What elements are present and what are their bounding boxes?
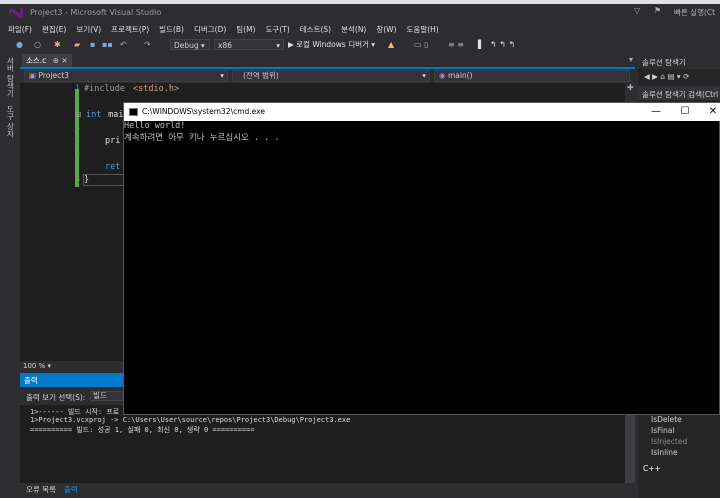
property-row[interactable]: IsDelete [651,415,682,424]
console-title-bar[interactable]: C:\WINDOWS\system32\cmd.exe — ☐ ✕ [124,103,720,121]
indent-icons[interactable]: ≡ ≡ [448,39,464,50]
menu-window[interactable]: 창(W) [376,24,396,35]
output-source-label: 출력 보기 선택(S): [26,393,86,402]
tab-source-c-label: 소스.c [26,56,47,65]
platform-dropdown[interactable]: x86 ▾ [214,39,284,50]
property-row[interactable]: IsFinal [651,426,674,435]
feedback-icon[interactable]: ⚑ [654,6,661,15]
property-row[interactable]: IsInline [651,448,678,457]
document-tab-strip: 소스.c ⊕ ✕ ▾ [20,53,635,69]
split-editor-icon[interactable]: ✚ [627,83,634,92]
output-scrollbar[interactable] [625,405,635,483]
minimize-button[interactable]: — [648,104,664,120]
left-tool-rail: 서버 탐색기 도구 상자 [0,53,20,443]
code-include-header: <stdio.h> [133,84,180,94]
solution-config-value: Debug [174,41,199,50]
bookmark-nav-icons[interactable]: ↰ ↰ ↰ [490,39,515,50]
project-dropdown-value: Project3 [38,71,69,80]
menu-bar: 파일(F) 편집(E) 보기(V) 프로젝트(P) 빌드(B) 디버그(D) 팀… [0,22,720,36]
code-int-keyword: int [86,110,102,120]
menu-team[interactable]: 팀(M) [236,24,255,35]
change-tracking-bar [75,89,79,187]
menu-project[interactable]: 프로젝트(P) [111,24,149,35]
code-return-stmt: ret [105,162,121,172]
tab-pin-close-icon[interactable]: ⊕ ✕ [53,56,68,65]
save-icon[interactable]: ▪ [90,39,95,50]
tab-overflow-icon[interactable]: ▾ [629,55,633,64]
project-dropdown[interactable]: ▣ Project3 ▾ [24,70,228,82]
properties-list: IsDelete IsFinal IsInjected IsInline C++ [638,413,720,498]
new-project-icon[interactable]: ✱ [54,39,61,50]
navigate-forward-icon[interactable]: ○ [34,39,41,50]
save-all-icon[interactable]: ▪▪ [102,39,113,50]
start-debugging-button[interactable]: ▶ 로컬 Windows 디버거 ▾ [288,39,375,50]
property-language: C++ [643,464,661,473]
step-icons[interactable]: ▭ ▯ [414,39,429,50]
solution-explorer-search[interactable]: 솔루션 탐색기 검색(Ctrl [638,86,720,100]
solution-config-dropdown[interactable]: Debug ▾ [170,39,210,50]
window-title: Project3 - Microsoft Visual Studio [30,8,162,17]
visual-studio-logo-icon [9,7,23,18]
code-closing-brace: } [84,175,90,185]
undo-icon[interactable]: ↶ [120,39,127,50]
open-file-icon[interactable]: ▰ [74,39,80,50]
output-source-value: 빌드 [93,391,107,400]
title-bar: Project3 - Microsoft Visual Studio ▽ ⚑ 빠… [0,4,720,22]
editor-navigation-bar: ▣ Project3 ▾ (전역 범위) ▾ ◉ main() [20,69,635,83]
quick-launch-box[interactable]: ▽ ⚑ 빠른 실행(Ct [634,6,720,19]
quick-launch-placeholder[interactable]: 빠른 실행(Ct [674,7,715,18]
solution-explorer-header: 솔루션 탐색기 [638,53,720,69]
redo-icon[interactable]: ↷ [144,39,151,50]
output-line: 1>Project3.vcxproj -> C:\Users\User\sour… [30,416,351,424]
property-row[interactable]: IsInjected [651,437,687,446]
menu-tools[interactable]: 도구(T) [266,24,290,35]
navigate-back-icon[interactable]: ● [16,39,23,50]
code-printf-call: pri [105,136,121,146]
function-icon: ◉ [439,71,446,80]
function-dropdown-value: main() [447,71,473,80]
maximize-button[interactable]: ☐ [677,104,693,120]
bottom-tool-tabs: 오류 목록 출력 [20,483,635,498]
code-main-decl: mai [103,110,124,120]
filter-icon[interactable]: ▽ [634,6,640,15]
menu-view[interactable]: 보기(V) [76,24,101,35]
console-output-line: 계속하려면 아무 키나 누르십시오 . . . [124,133,280,143]
server-explorer-tab[interactable]: 서버 탐색기 [5,57,16,97]
function-dropdown[interactable]: ◉ main() [434,70,630,82]
menu-edit[interactable]: 편집(E) [42,24,66,35]
menu-debug[interactable]: 디버그(D) [194,24,226,35]
tab-error-list[interactable]: 오류 목록 [26,484,56,495]
console-output-line: Hello world! [124,121,186,131]
output-panel-title: 출력 [24,376,38,385]
menu-test[interactable]: 테스트(S) [300,24,331,35]
menu-build[interactable]: 빌드(B) [159,24,184,35]
bookmark-icon[interactable]: ▌ [478,39,484,50]
output-line: ========== 빌드: 성공 1, 실패 0, 최신 0, 생략 0 ==… [30,426,255,434]
tab-source-c[interactable]: 소스.c ⊕ ✕ [22,54,72,67]
console-title: C:\WINDOWS\system32\cmd.exe [142,107,265,116]
code-include-directive: #include [84,84,125,94]
hot-reload-icon[interactable]: ▲ [388,39,394,50]
zoom-value: 100 % [23,362,46,370]
menu-help[interactable]: 도움말(H) [407,24,439,35]
project-icon: ▣ [29,71,37,80]
menu-analyze[interactable]: 분석(N) [341,24,366,35]
tab-output[interactable]: 출력 [64,484,78,495]
zoom-dropdown[interactable]: 100 % ▾ [23,362,51,370]
fold-toggle-icon[interactable]: ⊟ [76,110,81,120]
scope-dropdown-value: (전역 범위) [243,71,279,80]
solution-explorer-toolbar-icons[interactable]: ◀ ▶ ⌂ ▤ ▾ ⟳ [644,72,689,81]
scope-dropdown[interactable]: (전역 범위) ▾ [232,70,430,82]
standard-toolbar: ● ○ ✱ ▰ ▪ ▪▪ ↶ ↷ Debug ▾ x86 ▾ ▶ 로컬 Windo… [0,36,720,53]
solution-explorer-title: 솔루션 탐색기 [642,58,686,67]
close-button[interactable]: ✕ [705,104,720,120]
toolbox-tab[interactable]: 도구 상자 [5,105,16,137]
console-window[interactable]: C:\WINDOWS\system32\cmd.exe — ☐ ✕ Hello … [123,102,720,415]
platform-value: x86 [218,41,232,50]
menu-file[interactable]: 파일(F) [8,24,32,35]
console-app-icon [129,108,138,116]
solution-explorer-search-placeholder[interactable]: 솔루션 탐색기 검색(Ctrl [642,89,718,100]
